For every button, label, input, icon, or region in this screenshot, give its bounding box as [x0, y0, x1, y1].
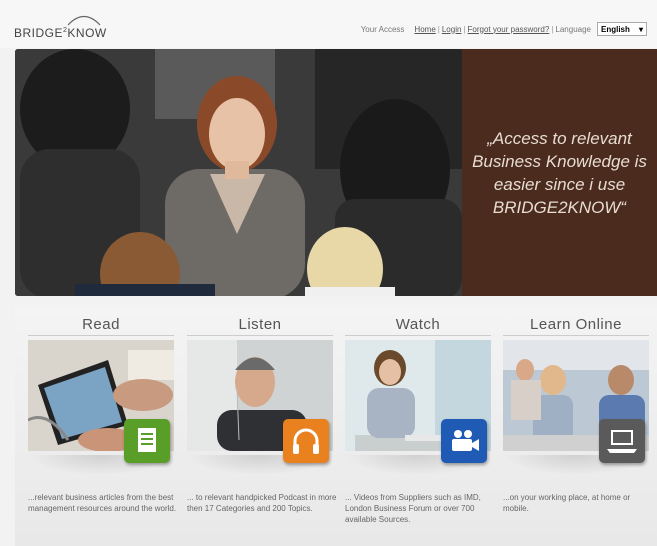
language-select[interactable]: English ▾	[597, 22, 647, 36]
card-read[interactable]: Read ...relevant business articles from	[28, 305, 176, 540]
hero-quote-panel: „Access to relevant Business Knowledge i…	[462, 49, 657, 296]
your-access-label: Your Access	[360, 24, 405, 34]
nav-home-link[interactable]: Home	[414, 25, 435, 34]
hero-banner: „Access to relevant Business Knowledge i…	[15, 49, 657, 296]
card-description: ... Videos from Suppliers such as IMD, L…	[345, 493, 481, 524]
logo-arc-icon	[67, 15, 101, 26]
language-label: Language	[555, 24, 591, 34]
top-navigation: Your Access Home | Login | Forgot your p…	[361, 22, 647, 36]
divider	[345, 335, 491, 336]
feature-cards: Read ...relevant business articles from	[15, 305, 657, 546]
language-value: English	[601, 24, 630, 34]
divider	[187, 335, 333, 336]
logo-text: BRIDGE2KNOW	[14, 26, 107, 40]
nav-forgot-password-link[interactable]: Forgot your password?	[468, 25, 550, 34]
document-icon[interactable]	[124, 419, 170, 463]
card-title: Listen	[238, 316, 282, 333]
hero-photo	[15, 49, 462, 296]
card-description: ...relevant business articles from the b…	[28, 493, 177, 513]
header: BRIDGE2KNOW Your Access Home | Login | F…	[0, 0, 657, 48]
laptop-icon[interactable]	[599, 419, 645, 463]
logo[interactable]: BRIDGE2KNOW	[14, 12, 144, 42]
divider	[503, 335, 649, 336]
card-title: Learn Online	[530, 316, 622, 333]
card-title: Read	[82, 316, 120, 333]
divider	[28, 335, 174, 336]
hero-quote-text: „Access to relevant Business Knowledge i…	[472, 128, 647, 217]
card-listen[interactable]: Listen ... to relevant handpicked Podcas…	[187, 305, 336, 540]
card-description: ... to relevant handpicked Podcast in mo…	[187, 493, 337, 513]
card-watch[interactable]: Watch ... Videos from Suppliers such as	[345, 305, 491, 540]
business-crowd-illustration	[15, 49, 462, 296]
card-title: Watch	[395, 316, 441, 333]
card-description: ...on your working place, at home or mob…	[503, 493, 631, 513]
headphones-icon[interactable]	[283, 419, 329, 463]
nav-login-link[interactable]: Login	[442, 25, 462, 34]
nav-separator: |	[463, 24, 466, 34]
chevron-down-icon: ▾	[638, 24, 643, 34]
video-camera-icon[interactable]	[441, 419, 487, 463]
nav-separator: |	[437, 24, 440, 34]
nav-separator: |	[551, 24, 554, 34]
card-learn-online[interactable]: Learn Online ...on your working place, a…	[503, 305, 649, 540]
